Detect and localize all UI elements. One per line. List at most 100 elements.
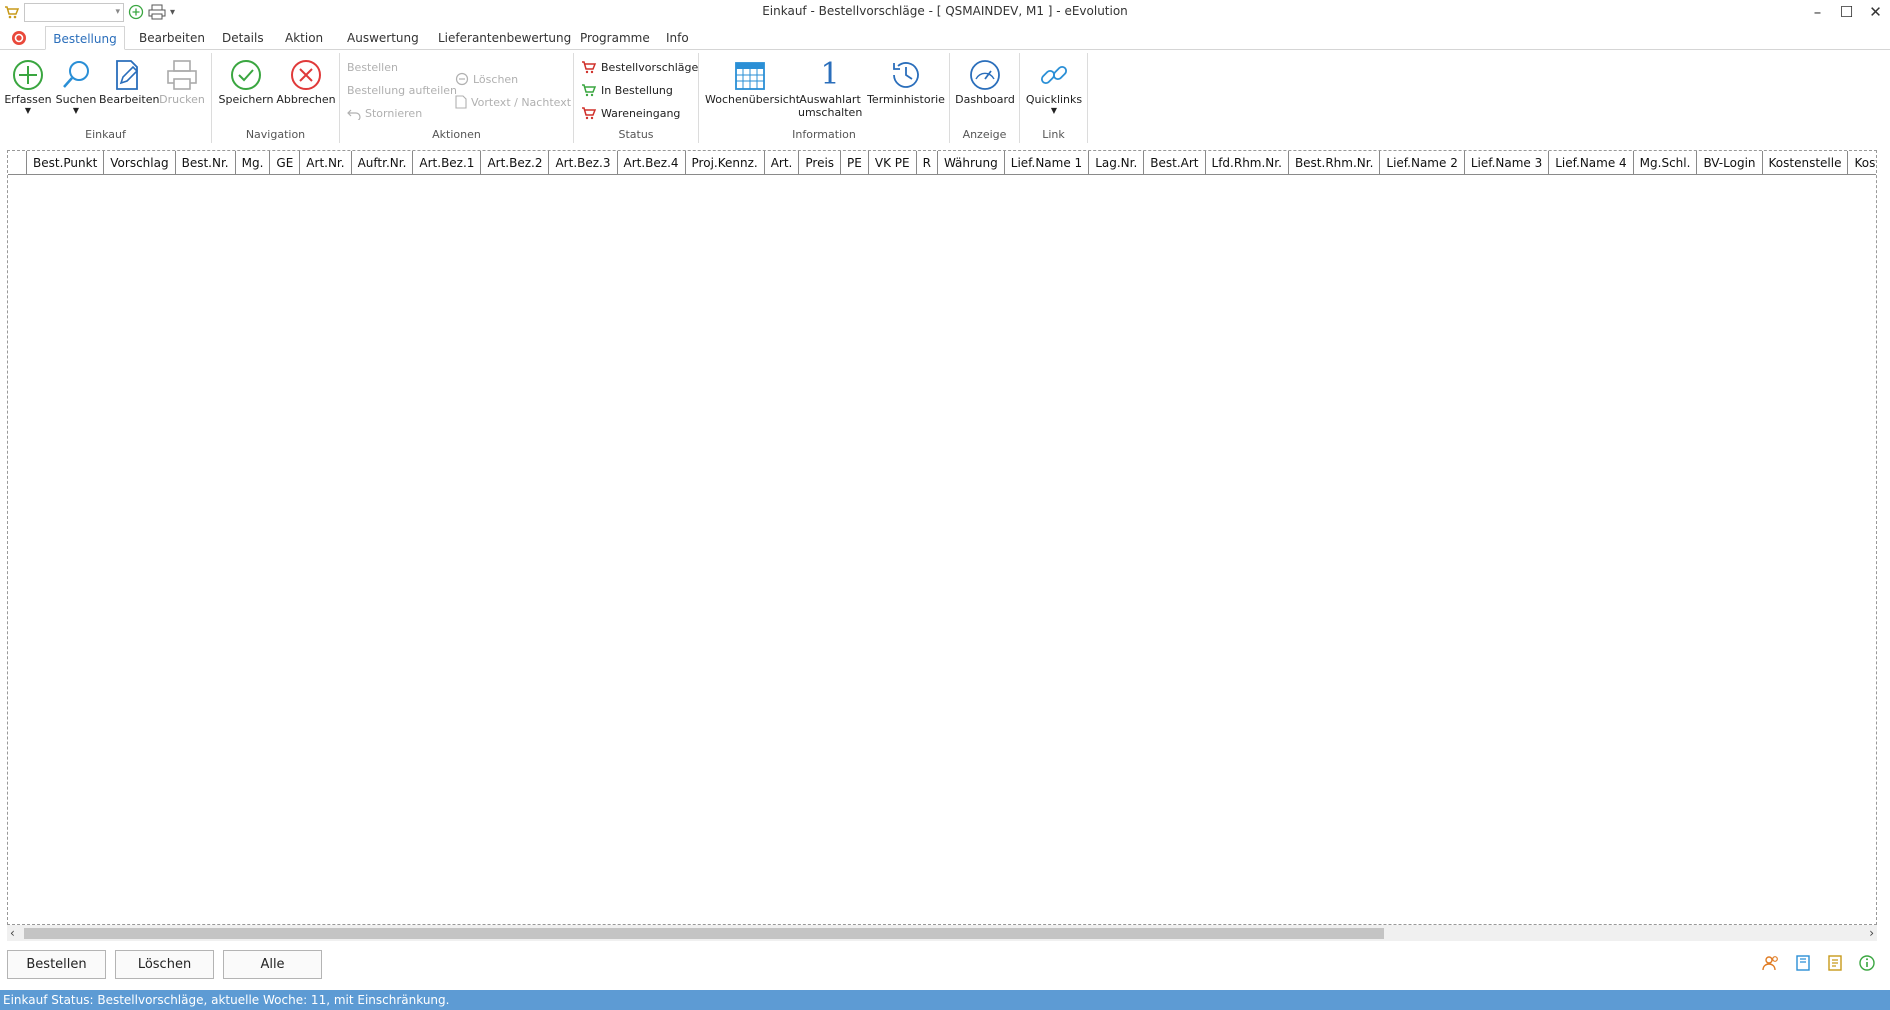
tab-details[interactable]: Details <box>218 26 268 50</box>
check-circle-icon <box>231 60 261 90</box>
erfassen-button[interactable]: Erfassen ▼ <box>4 57 52 116</box>
tab-lieferantenbewertung[interactable]: Lieferantenbewertung <box>434 26 575 50</box>
scroll-right-icon[interactable]: › <box>1869 926 1874 940</box>
group-label-navigation: Navigation <box>245 128 306 141</box>
column-header[interactable]: GE <box>270 151 301 175</box>
bestellung-aufteilen-label: Bestellung aufteilen <box>347 84 457 97</box>
tab-bestellung[interactable]: Bestellung <box>45 26 125 50</box>
info-icon[interactable] <box>1858 954 1876 972</box>
book-icon[interactable] <box>1794 954 1812 972</box>
column-header[interactable]: Kostenart <box>1848 151 1876 175</box>
suchen-label: Suchen <box>55 93 97 106</box>
status-bar: Einkauf Status: Bestellvorschläge, aktue… <box>0 990 1890 1010</box>
column-header[interactable]: Vorschlag <box>104 151 176 175</box>
column-header[interactable]: Lief.Name 1 <box>1005 151 1090 175</box>
printer-icon <box>167 60 197 90</box>
quicklinks-label: Quicklinks <box>1025 93 1083 106</box>
column-header[interactable]: Art.Bez.1 <box>413 151 482 175</box>
bestellen-button[interactable]: Bestellen <box>7 950 106 979</box>
history-clock-icon <box>893 62 919 88</box>
auswahlart-label-line1: Auswahlart <box>799 93 861 106</box>
notes-icon[interactable] <box>1826 954 1844 972</box>
terminhistorie-label: Terminhistorie <box>867 93 945 106</box>
cart-green-icon <box>582 84 597 97</box>
vortext-nachtext-button[interactable]: Vortext / Nachtext <box>455 95 571 109</box>
speichern-label: Speichern <box>218 93 274 106</box>
quicklinks-button[interactable]: Quicklinks ▼ <box>1024 57 1084 116</box>
tab-programme[interactable]: Programme <box>576 26 654 50</box>
column-header[interactable]: Best.Rhm.Nr. <box>1289 151 1381 175</box>
tab-aktion[interactable]: Aktion <box>281 26 327 50</box>
chevron-down-icon: ▼ <box>24 106 32 115</box>
column-header[interactable]: Lief.Name 4 <box>1549 151 1634 175</box>
bestellung-aufteilen-button[interactable]: Bestellung aufteilen <box>347 84 457 97</box>
drucken-button[interactable]: Drucken <box>158 57 206 106</box>
scrollbar-thumb[interactable] <box>24 928 1384 939</box>
column-header[interactable]: BV-Login <box>1697 151 1763 175</box>
close-icon[interactable]: ✕ <box>1861 0 1890 24</box>
terminhistorie-button[interactable]: Terminhistorie <box>865 57 947 106</box>
column-header[interactable]: Art.Nr. <box>300 151 352 175</box>
data-grid[interactable]: Best.Punkt Vorschlag Best.Nr. Mg. GE Art… <box>7 150 1877 925</box>
column-header[interactable]: Mg. <box>236 151 271 175</box>
wochenuebersicht-button[interactable]: Wochenübersicht <box>705 57 800 106</box>
bearbeiten-button[interactable]: Bearbeiten <box>99 57 159 106</box>
tab-bearbeiten[interactable]: Bearbeiten <box>135 26 209 50</box>
minimize-icon[interactable]: – <box>1803 0 1832 24</box>
column-header[interactable]: Best.Art <box>1144 151 1206 175</box>
column-header[interactable]: Art.Bez.2 <box>481 151 550 175</box>
bestellvorschlaege-button[interactable]: Bestellvorschläge <box>581 60 698 74</box>
column-header[interactable]: Art.Bez.4 <box>618 151 686 175</box>
stornieren-button[interactable]: Stornieren <box>347 107 422 120</box>
column-header[interactable]: Kostenstelle <box>1763 151 1849 175</box>
column-header[interactable]: Proj.Kennz. <box>686 151 765 175</box>
column-header[interactable]: Best.Nr. <box>176 151 236 175</box>
wareneingang-button[interactable]: Wareneingang <box>581 106 680 120</box>
tab-info[interactable]: Info <box>662 26 693 50</box>
column-header[interactable]: VK PE <box>869 151 917 175</box>
group-link: Quicklinks ▼ Link <box>1020 53 1088 143</box>
cart-red-icon <box>582 61 597 74</box>
group-label-aktionen: Aktionen <box>432 128 481 141</box>
column-header[interactable]: Lfd.Rhm.Nr. <box>1206 151 1289 175</box>
column-header[interactable]: Best.Punkt <box>27 151 105 175</box>
column-header-selector[interactable] <box>8 151 27 175</box>
scroll-left-icon[interactable]: ‹ <box>10 926 15 940</box>
column-header[interactable]: Lief.Name 3 <box>1465 151 1550 175</box>
group-einkauf: Erfassen ▼ Suchen ▼ Bearbeiten Drucken E… <box>0 53 212 143</box>
column-header[interactable]: Währung <box>938 151 1005 175</box>
number-one-icon: 1 <box>820 57 840 92</box>
group-label-link: Link <box>1042 128 1065 141</box>
auswahlart-umschalten-button[interactable]: 1 Auswahlart umschalten <box>798 57 862 119</box>
chevron-down-icon: ▼ <box>1050 106 1058 115</box>
group-aktionen: Bestellen Bestellung aufteilen Storniere… <box>340 53 574 143</box>
column-header[interactable]: Auftr.Nr. <box>352 151 414 175</box>
speichern-button[interactable]: Speichern <box>218 57 274 106</box>
column-header[interactable]: PE <box>841 151 869 175</box>
horizontal-scrollbar[interactable]: ‹ › <box>7 925 1877 941</box>
alle-button[interactable]: Alle <box>223 950 322 979</box>
column-header[interactable]: Lief.Name 2 <box>1380 151 1465 175</box>
in-bestellung-button[interactable]: In Bestellung <box>581 83 673 97</box>
group-label-anzeige: Anzeige <box>962 128 1007 141</box>
dashboard-button[interactable]: Dashboard <box>955 57 1015 106</box>
undo-icon <box>347 109 361 120</box>
abbrechen-button[interactable]: Abbrechen <box>276 57 336 106</box>
loeschen-ribbon-button[interactable]: Löschen <box>455 72 518 86</box>
app-menu-icon[interactable] <box>11 30 27 46</box>
loeschen-ribbon-label: Löschen <box>473 72 519 86</box>
tab-auswertung[interactable]: Auswertung <box>343 26 423 50</box>
column-header[interactable]: Art.Bez.3 <box>549 151 618 175</box>
column-header[interactable]: Mg.Schl. <box>1634 151 1698 175</box>
column-header[interactable]: R <box>917 151 938 175</box>
suchen-button[interactable]: Suchen ▼ <box>54 57 98 116</box>
ribbon-tabs: Bestellung Bearbeiten Details Aktion Aus… <box>0 26 1890 50</box>
bestellvorschlaege-label: Bestellvorschläge <box>601 60 699 74</box>
column-header[interactable]: Art. <box>765 151 800 175</box>
bestellen-ribbon-button[interactable]: Bestellen <box>347 61 398 74</box>
loeschen-button[interactable]: Löschen <box>115 950 214 979</box>
column-header[interactable]: Lag.Nr. <box>1089 151 1145 175</box>
maximize-icon[interactable]: ☐ <box>1832 0 1861 24</box>
users-icon[interactable] <box>1762 954 1780 972</box>
column-header[interactable]: Preis <box>799 151 842 175</box>
